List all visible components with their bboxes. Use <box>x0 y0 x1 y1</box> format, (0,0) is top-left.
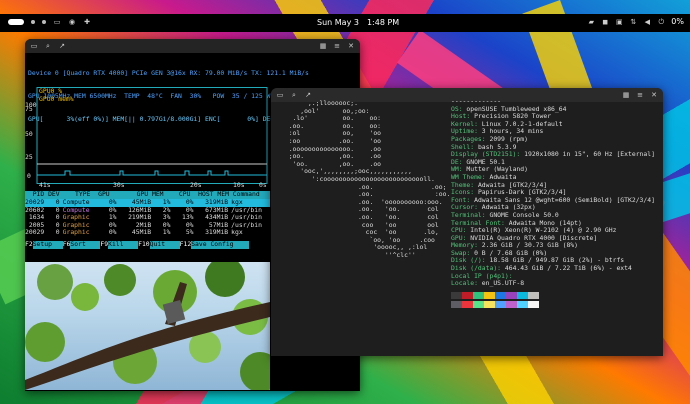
gpu-series-line <box>37 170 267 176</box>
color-swatch <box>451 301 462 309</box>
info-value: en_US.UTF-8 <box>481 279 525 288</box>
display-icon[interactable]: ▣ <box>615 18 623 26</box>
graph-frame <box>36 87 268 184</box>
clock[interactable]: Sun May 3 1:48 PM <box>317 18 399 27</box>
tab-overview-icon[interactable]: ▦ <box>319 42 327 50</box>
tree-photo <box>25 262 270 390</box>
graph-x-label: 41s <box>39 181 51 189</box>
logo-line: ''^clc'' <box>281 250 416 259</box>
link-icon[interactable]: ↗ <box>304 91 312 99</box>
fkey-action[interactable]: Setup <box>32 240 63 249</box>
info-value: 1920x1080 in 15", 60 Hz [External] <box>524 150 655 159</box>
search-icon[interactable]: ⌕ <box>290 91 298 99</box>
close-icon[interactable]: ✕ <box>347 42 355 50</box>
volume-icon[interactable]: ◀ <box>643 18 651 26</box>
process-gmem: 45MiB <box>131 228 152 237</box>
process-cmd: kgx <box>231 228 243 237</box>
fkey-label[interactable]: F12 <box>179 240 192 249</box>
fkey-label[interactable]: F6 <box>62 240 71 249</box>
color-swatch <box>517 301 528 309</box>
link-icon[interactable]: ↗ <box>58 42 66 50</box>
graph-x-label: 20s <box>190 181 202 189</box>
network-icon[interactable]: ⇅ <box>629 18 637 26</box>
system-tray[interactable]: ▰ ◼ ▣ ⇅ ◀ ⏻ 0% <box>587 17 684 26</box>
date-label: Sun May 3 <box>317 18 359 27</box>
top-bar: ▭ ◉ ✚ Sun May 3 1:48 PM ▰ ◼ ▣ ⇅ ◀ ⏻ 0% <box>0 14 690 32</box>
power-icon[interactable]: ⏻ <box>657 18 665 26</box>
gpu-usage-graph: 100 75 50 25 0 GPU0 % GPU0 mem% 41s 30s … <box>25 87 270 189</box>
process-row[interactable]: 20029 0 Graphic 0% 45MiB 1% 5% 319MiB kgx <box>25 229 270 237</box>
fkey-action[interactable]: Kill <box>108 240 139 249</box>
graph-lines <box>36 87 268 184</box>
color-swatch <box>473 301 484 309</box>
fkey-label[interactable]: F9 <box>100 240 109 249</box>
search-icon[interactable]: ⌕ <box>44 42 52 50</box>
window-header[interactable]: ▭ ⌕ ↗ ▦ ≡ ✕ <box>25 39 360 53</box>
folder-icon[interactable]: ▰ <box>587 18 595 26</box>
app-icon[interactable]: ▭ <box>53 18 61 26</box>
info-row: Locale: en_US.UTF-8 <box>451 279 525 288</box>
fkey-action[interactable]: Sort <box>70 240 101 249</box>
color-swatch <box>495 291 506 299</box>
chat-icon[interactable]: ◼ <box>601 18 609 26</box>
color-swatch <box>484 301 495 309</box>
new-tab-icon[interactable]: ▭ <box>276 91 284 99</box>
color-swatch <box>473 291 484 299</box>
menu-icon[interactable]: ≡ <box>333 42 341 50</box>
graph-x-label: 10s <box>233 181 245 189</box>
color-palette <box>451 291 655 311</box>
color-swatch <box>495 301 506 309</box>
color-swatch <box>462 291 473 299</box>
device-line: Device 0 [Quadro RTX 4000] PCIe GEN 3@16… <box>28 69 309 78</box>
graph-x-label: 0s <box>259 181 267 189</box>
time-label: 1:48 PM <box>366 18 400 27</box>
process-type: Graphic <box>62 228 90 237</box>
process-gmp: 1% <box>162 228 171 237</box>
process-cpu: 5% <box>185 228 194 237</box>
process-pid: 20029 <box>25 228 45 237</box>
opensuse-ascii-logo: ,.;lloooooc;. ,ool' oo,;oo: .lo' oo. oo:… <box>281 99 451 259</box>
color-swatch <box>528 291 539 299</box>
graph-x-label: 30s <box>113 181 125 189</box>
color-swatch <box>506 291 517 299</box>
color-swatch <box>462 301 473 309</box>
battery-label: 0% <box>671 17 684 26</box>
color-swatch <box>451 291 462 299</box>
fastfetch-terminal-window[interactable]: ▭ ⌕ ↗ ▦ ≡ ✕ ,.;lloooooc;. ,ool' oo,;oo: … <box>271 88 663 356</box>
color-swatch <box>484 291 495 299</box>
fkey-action[interactable]: Save Config <box>191 240 250 249</box>
fkey-action[interactable]: Quit <box>149 240 180 249</box>
workspace-dot[interactable] <box>31 20 35 24</box>
system-info: ------------- OS: openSUSE Tumbleweed x86… <box>451 97 655 311</box>
color-swatch <box>528 301 539 309</box>
app-icon[interactable]: ✚ <box>83 18 91 26</box>
fkey-label[interactable]: F10 <box>138 240 150 249</box>
color-swatch <box>506 301 517 309</box>
info-label: Locale <box>451 279 475 288</box>
new-tab-icon[interactable]: ▭ <box>30 42 38 50</box>
function-key-bar: F2 Setup F6 Sort F9 Kill F10 Quit F12 Save Config <box>25 240 270 249</box>
app-icon[interactable]: ◉ <box>68 18 76 26</box>
fkey-label[interactable]: F2 <box>25 240 33 249</box>
info-value: 464.43 GiB / 7.22 TiB (6%) - ext4 <box>504 264 632 273</box>
process-dev: 0 <box>55 228 60 237</box>
process-gpu: 0% <box>108 228 117 237</box>
active-workspace[interactable] <box>8 19 24 25</box>
process-hmem: 319MiB <box>205 228 229 237</box>
color-swatch <box>517 291 528 299</box>
workspace-dot[interactable] <box>42 20 46 24</box>
workspace-indicator[interactable]: ▭ ◉ ✚ <box>8 18 91 26</box>
